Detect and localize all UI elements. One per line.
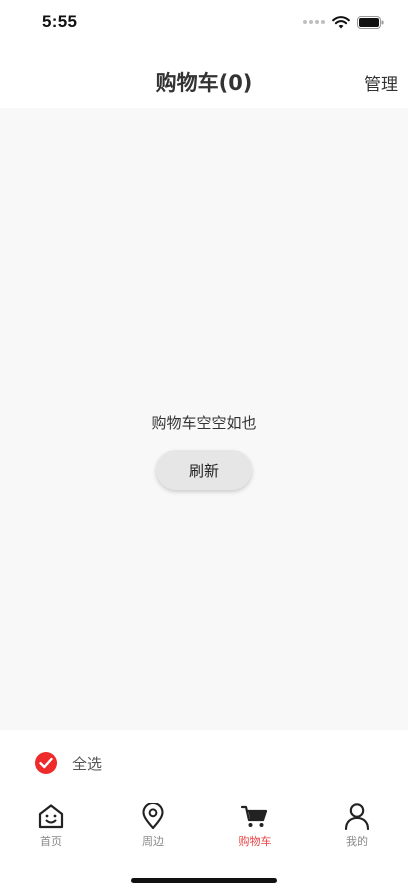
tab-cart-label: 购物车 bbox=[238, 835, 272, 848]
home-icon bbox=[38, 804, 64, 829]
tab-home[interactable]: 首页 bbox=[0, 796, 102, 858]
manage-button[interactable]: 管理 bbox=[364, 70, 398, 95]
empty-cart-message: 购物车空空如也 bbox=[151, 414, 257, 432]
select-all-label: 全选 bbox=[72, 755, 103, 773]
page-title: 购物车(0) bbox=[155, 71, 253, 95]
tab-home-label: 首页 bbox=[40, 835, 62, 848]
home-indicator bbox=[131, 878, 277, 883]
nav-bar: 购物车(0) 管理 bbox=[0, 50, 408, 108]
tab-profile[interactable]: 我的 bbox=[306, 796, 408, 858]
select-all-bar: 全选 bbox=[0, 730, 408, 796]
wifi-icon bbox=[332, 16, 350, 29]
location-pin-icon bbox=[142, 802, 164, 829]
select-all-checkbox[interactable] bbox=[35, 752, 57, 774]
battery-icon bbox=[357, 15, 384, 29]
tab-nearby[interactable]: 周边 bbox=[102, 796, 204, 858]
tab-cart[interactable]: 购物车 bbox=[204, 796, 306, 858]
check-icon bbox=[39, 757, 53, 769]
person-icon bbox=[344, 803, 370, 830]
status-time: 5:55 bbox=[42, 12, 78, 31]
status-icons bbox=[303, 15, 384, 29]
tab-profile-label: 我的 bbox=[346, 835, 368, 848]
tab-nearby-label: 周边 bbox=[142, 835, 164, 848]
refresh-button[interactable]: 刷新 bbox=[156, 450, 252, 490]
cart-icon bbox=[240, 805, 268, 827]
status-bar: 5:55 bbox=[0, 0, 408, 50]
cart-content: 购物车空空如也 刷新 bbox=[0, 108, 408, 730]
tab-bar: 首页 周边 购物车 我的 bbox=[0, 796, 408, 890]
signal-dots-icon bbox=[303, 20, 325, 24]
